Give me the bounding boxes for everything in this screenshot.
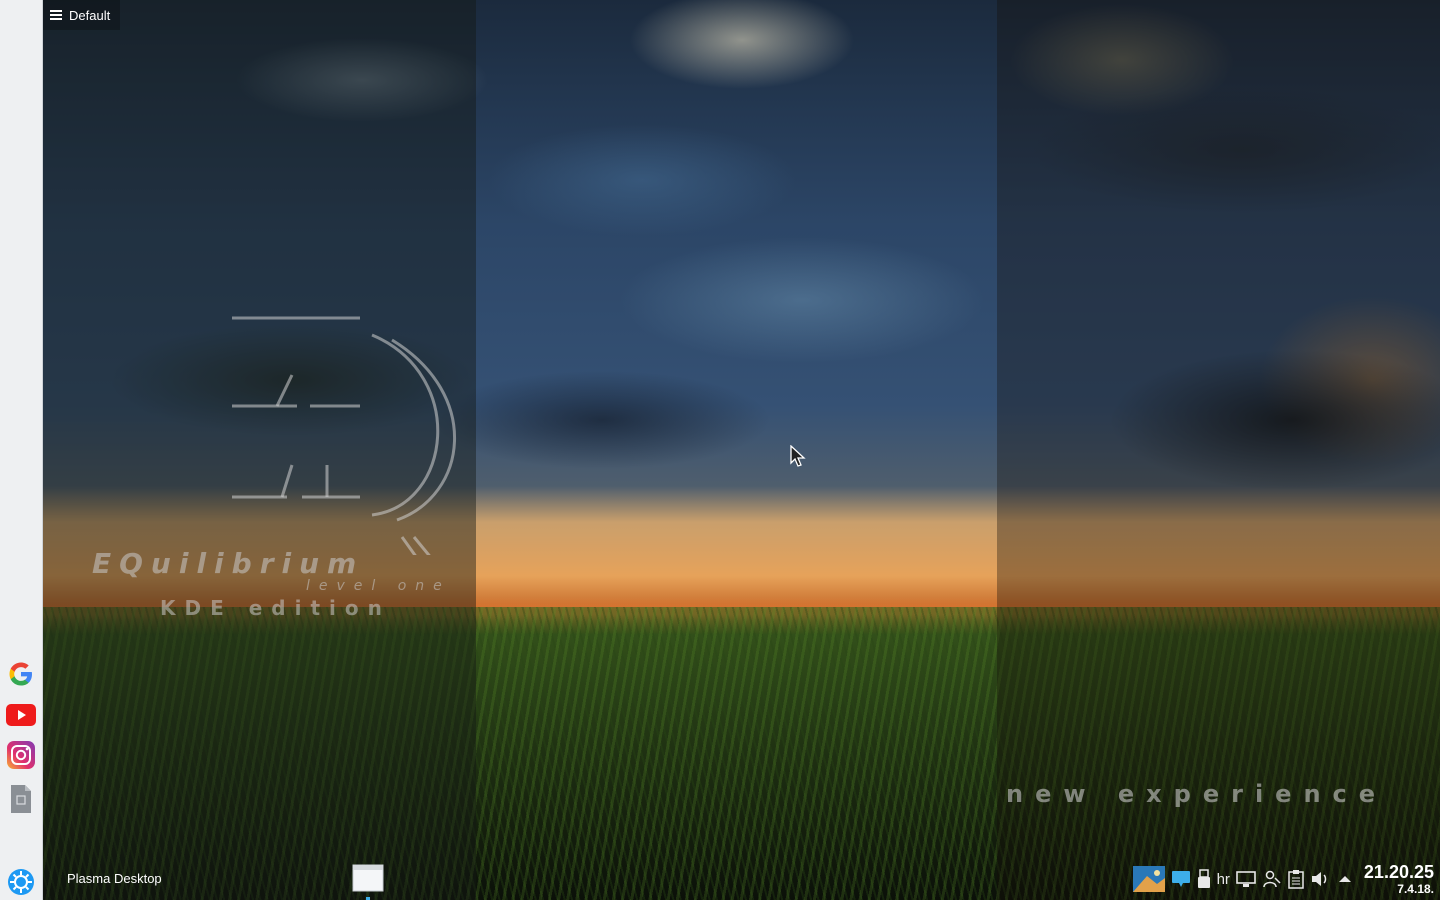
- kde-application-launcher-icon: [8, 869, 34, 895]
- launcher-youtube[interactable]: [5, 699, 37, 731]
- wallpaper-brand-tagline: new experience: [1006, 780, 1388, 808]
- application-launcher[interactable]: [5, 866, 37, 898]
- task-label: Plasma Desktop: [67, 871, 162, 886]
- wallpaper-right-panel: [997, 0, 1440, 900]
- volume-icon[interactable]: [1310, 869, 1330, 889]
- digital-clock[interactable]: 21.20.25 7.4.18.: [1364, 863, 1434, 895]
- launcher-document[interactable]: [5, 783, 37, 815]
- keyboard-layout-indicator[interactable]: hr: [1217, 871, 1230, 888]
- activity-label: Default: [69, 7, 111, 23]
- youtube-icon: [6, 704, 36, 726]
- document-icon: [11, 785, 31, 813]
- system-tray: hr 21.20.25 7.4.18.: [1132, 858, 1440, 900]
- clock-date: 7.4.18.: [1397, 882, 1434, 896]
- launcher-google[interactable]: [5, 658, 37, 690]
- equilibrium-logo-icon: [232, 316, 457, 555]
- instagram-icon: [7, 741, 35, 769]
- hamburger-icon: [50, 10, 62, 20]
- display-icon[interactable]: [1236, 870, 1256, 888]
- mouse-cursor-icon: [790, 445, 806, 467]
- wallpaper-brand-title: EQuilibrium: [92, 547, 365, 580]
- kde-connect-icon[interactable]: [1262, 869, 1282, 889]
- wallpaper-brand-edition: KDE edition: [160, 596, 391, 620]
- taskbar: Plasma Desktop hr 21.20.25 7.4.18.: [42, 858, 1440, 900]
- wallpaper-thumbnail-icon[interactable]: [1132, 866, 1165, 892]
- desktop-wallpaper: EQuilibrium level one KDE edition new ex…: [42, 0, 1440, 900]
- launcher-instagram[interactable]: [5, 739, 37, 771]
- left-launcher-panel: [0, 0, 43, 900]
- wallpaper-brand-level: level one: [306, 578, 451, 594]
- expand-tray-arrow-icon[interactable]: [1336, 870, 1354, 888]
- window-task-icon[interactable]: [352, 864, 384, 892]
- notifications-icon[interactable]: [1171, 869, 1191, 889]
- clipboard-icon[interactable]: [1288, 869, 1304, 889]
- clock-time: 21.20.25: [1363, 862, 1434, 882]
- activity-switcher[interactable]: Default: [42, 0, 121, 30]
- google-icon: [9, 662, 32, 686]
- usb-device-icon[interactable]: [1197, 869, 1211, 889]
